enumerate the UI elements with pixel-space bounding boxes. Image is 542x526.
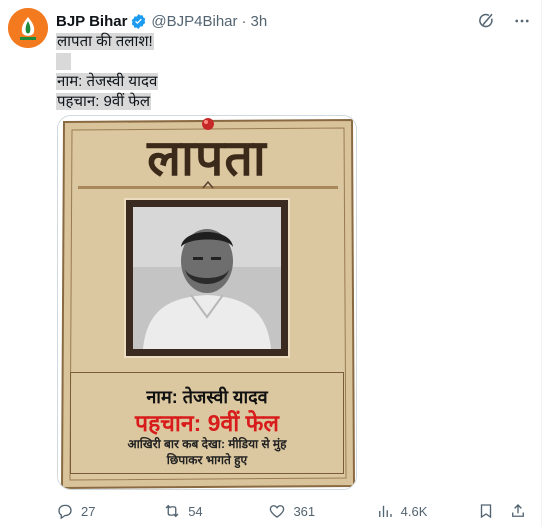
- timestamp[interactable]: 3h: [251, 13, 268, 30]
- like-count: 361: [293, 503, 316, 519]
- views-button[interactable]: 4.6K: [376, 502, 477, 520]
- reply-count: 27: [81, 503, 96, 519]
- separator-dot: ·: [241, 12, 247, 30]
- views-icon: [378, 505, 392, 517]
- repost-button[interactable]: 54: [163, 502, 268, 520]
- share-button[interactable]: [509, 502, 527, 520]
- poster-photo-frame: [124, 198, 290, 358]
- tweet-actions: 27 54 361 4.6K: [56, 500, 527, 522]
- tweet-header: BJP Bihar @BJP4Bihar · 3h: [56, 10, 531, 32]
- bookmark-icon: [480, 504, 492, 519]
- author-handle[interactable]: @BJP4Bihar: [151, 13, 237, 30]
- reply-icon: [58, 504, 72, 520]
- grok-icon[interactable]: [477, 12, 495, 30]
- tweet-card: BJP Bihar @BJP4Bihar · 3h लापता की तलाश!…: [0, 0, 542, 526]
- reply-button[interactable]: 27: [56, 502, 163, 520]
- poster-title: लापता: [147, 128, 267, 187]
- poster-last-seen: आखिरी बार कब देखा: मीडिया से मुंह छिपाकर…: [81, 436, 333, 468]
- author-name[interactable]: BJP Bihar: [56, 13, 127, 30]
- bookmark-button[interactable]: [477, 502, 495, 520]
- avatar[interactable]: [8, 8, 48, 48]
- poster-last-seen-line-1: आखिरी बार कब देखा: मीडिया से मुंह: [127, 437, 287, 451]
- poster-identity: पहचान: 9वीं फेल: [135, 410, 279, 436]
- repost-count: 54: [188, 503, 203, 519]
- more-icon[interactable]: [513, 12, 531, 30]
- poster-last-seen-line-2: छिपाकर भागते हुए: [166, 453, 248, 467]
- portrait-photo: [133, 207, 281, 349]
- like-icon: [270, 505, 285, 518]
- tweet-line-2: नाम: तेजस्वी यादव: [56, 73, 159, 90]
- repost-icon: [165, 504, 179, 518]
- tweet-text: लापता की तलाश! नाम: तेजस्वी यादव पहचान: …: [56, 32, 159, 112]
- like-button[interactable]: 361: [268, 502, 375, 520]
- tweet-image[interactable]: लापता नाम: तेजस्वी यादव पहचान: 9वीं फेल: [57, 115, 357, 490]
- poster-caption-box: नाम: तेजस्वी यादव पहचान: 9वीं फेल आखिरी …: [70, 372, 344, 474]
- verified-badge-icon: [130, 13, 147, 30]
- tweet-line-1: लापता की तलाश!: [56, 33, 154, 50]
- tweet-blank-line: [56, 53, 71, 70]
- view-count: 4.6K: [400, 503, 428, 519]
- tweet-line-3: पहचान: 9वीं फेल: [56, 93, 152, 110]
- share-icon: [512, 504, 524, 517]
